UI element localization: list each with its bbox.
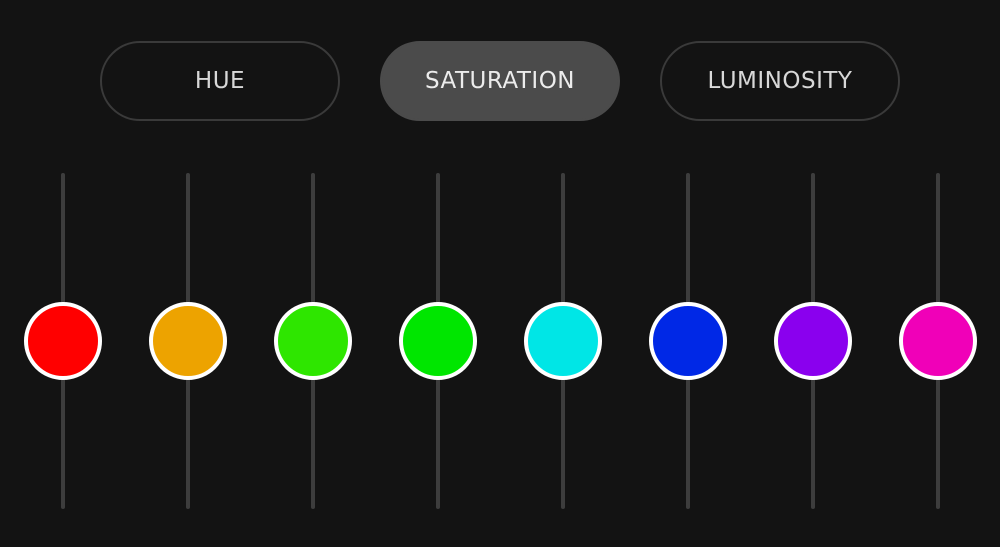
slider-knob-red[interactable]	[24, 302, 102, 380]
slider-knob-green[interactable]	[399, 302, 477, 380]
slider-magenta[interactable]	[898, 173, 978, 509]
slider-purple[interactable]	[773, 173, 853, 509]
slider-knob-blue[interactable]	[649, 302, 727, 380]
color-sliders	[0, 0, 1000, 547]
slider-knob-orange[interactable]	[149, 302, 227, 380]
slider-red[interactable]	[23, 173, 103, 509]
slider-blue[interactable]	[648, 173, 728, 509]
slider-knob-purple[interactable]	[774, 302, 852, 380]
slider-green[interactable]	[398, 173, 478, 509]
slider-aqua[interactable]	[523, 173, 603, 509]
slider-yellow-green[interactable]	[273, 173, 353, 509]
slider-knob-yellow-green[interactable]	[274, 302, 352, 380]
slider-knob-aqua[interactable]	[524, 302, 602, 380]
slider-knob-magenta[interactable]	[899, 302, 977, 380]
slider-orange[interactable]	[148, 173, 228, 509]
